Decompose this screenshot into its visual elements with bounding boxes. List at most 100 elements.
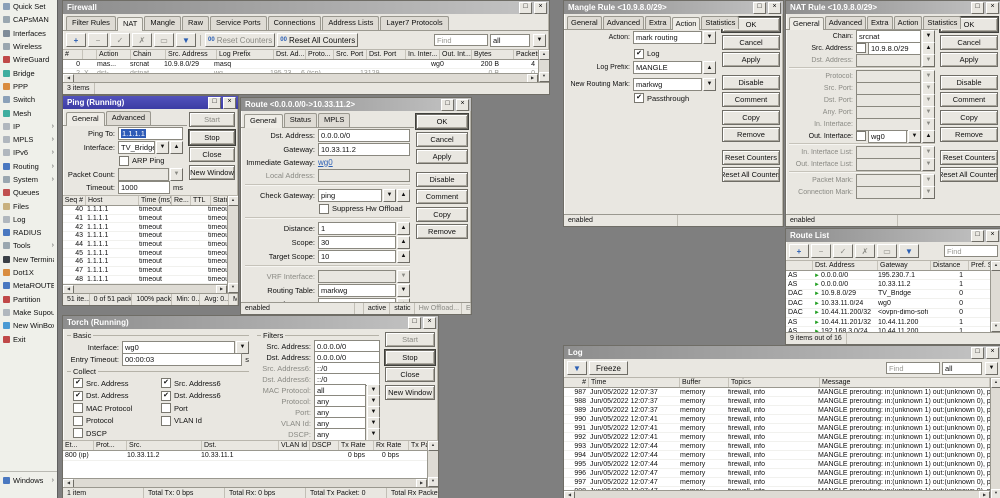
sidebar-item[interactable]: Routing › bbox=[0, 160, 57, 173]
comment-icon[interactable]: ▭ bbox=[154, 33, 174, 47]
dialog-button[interactable]: Remove bbox=[722, 127, 780, 142]
table-row[interactable]: 987 Jun/05/2022 12:07:37 memory firewall… bbox=[564, 388, 990, 397]
table-row[interactable]: 441.1.1.1 timeout timeout bbox=[63, 241, 227, 250]
scroll-left-icon[interactable]: ◀ bbox=[63, 285, 74, 293]
scroll-right-icon[interactable]: ▶ bbox=[416, 479, 427, 487]
tab[interactable]: General bbox=[789, 17, 824, 30]
tab[interactable]: Advanced bbox=[106, 111, 151, 125]
dialog-button[interactable]: Reset All Counters bbox=[940, 167, 998, 182]
tab[interactable]: Extra bbox=[867, 16, 893, 29]
dialog-button[interactable]: Copy bbox=[416, 207, 468, 222]
dropdown-icon[interactable]: ▼ bbox=[156, 141, 169, 154]
local-address-input[interactable] bbox=[318, 169, 410, 182]
dialog-button[interactable]: Cancel bbox=[416, 132, 468, 147]
dropdown-icon[interactable]: ▼ bbox=[703, 78, 716, 91]
sidebar-item[interactable]: PPP bbox=[0, 80, 57, 93]
sidebar-item[interactable]: Partition bbox=[0, 293, 57, 306]
dropdown-icon[interactable]: ▼ bbox=[397, 284, 410, 297]
remove-icon[interactable]: − bbox=[811, 244, 831, 258]
scroll-up-icon[interactable]: ▲ bbox=[539, 50, 550, 60]
collapse-up-icon[interactable]: ▲ bbox=[703, 61, 716, 74]
scroll-down-icon[interactable]: ▼ bbox=[428, 477, 439, 487]
tab[interactable]: Raw bbox=[182, 16, 209, 30]
scroll-down-icon[interactable]: ▼ bbox=[539, 72, 550, 82]
close-icon[interactable]: × bbox=[986, 230, 999, 242]
dropdown-icon[interactable]: ▼ bbox=[922, 158, 935, 171]
horizontal-scrollbar[interactable]: ◀▶ bbox=[63, 73, 538, 82]
dialog-button[interactable]: Close bbox=[385, 367, 435, 382]
sidebar-item-windows[interactable]: Windows › bbox=[0, 474, 57, 487]
arp-ping-checkbox[interactable]: ARP Ping bbox=[119, 156, 164, 166]
collect-checkbox[interactable]: Src. Address6 bbox=[161, 377, 249, 390]
sidebar-item[interactable]: Queues bbox=[0, 186, 57, 199]
dropdown-icon[interactable]: ▼ bbox=[908, 130, 921, 143]
tab[interactable]: Extra bbox=[645, 16, 671, 29]
sidebar-item[interactable]: Interfaces bbox=[0, 27, 57, 40]
dialog-button[interactable]: Apply bbox=[416, 149, 468, 164]
table-row[interactable]: 988 Jun/05/2022 12:07:37 memory firewall… bbox=[564, 397, 990, 406]
collect-checkbox[interactable]: Dst. Address bbox=[73, 390, 161, 403]
tab[interactable]: Connections bbox=[268, 16, 322, 30]
table-row[interactable]: DAC ►10.44.11.200/32 <ovpn-dimo-sofia> 0 bbox=[786, 309, 990, 318]
dialog-button[interactable]: Copy bbox=[940, 110, 998, 125]
dropdown-icon[interactable]: ▼ bbox=[397, 270, 410, 283]
sidebar-item[interactable]: Wireless bbox=[0, 40, 57, 53]
disable-icon[interactable]: ✗ bbox=[132, 33, 152, 47]
scroll-up-icon[interactable]: ▲ bbox=[228, 196, 239, 206]
connection-mark-input[interactable] bbox=[856, 186, 921, 199]
scroll-right-icon[interactable]: ▶ bbox=[979, 491, 990, 498]
table-row[interactable]: 451.1.1.1 timeout timeout bbox=[63, 249, 227, 258]
filter-input[interactable]: any bbox=[314, 428, 366, 441]
tab[interactable]: Statistics bbox=[923, 16, 961, 29]
target-scope-input[interactable]: 10 bbox=[318, 250, 396, 263]
scroll-up-icon[interactable]: ▲ bbox=[991, 261, 1000, 271]
timeout-input[interactable]: 1000 bbox=[118, 181, 170, 194]
collapse-up-icon[interactable]: ▲ bbox=[397, 222, 410, 235]
close-icon[interactable]: × bbox=[986, 2, 999, 14]
firewall-table-header[interactable]: # ActionChain Src. AddressLog Prefix Dst… bbox=[63, 50, 538, 60]
gateway-input[interactable]: 10.33.11.2 bbox=[318, 143, 410, 156]
table-row[interactable]: 991 Jun/05/2022 12:07:41 memory firewall… bbox=[564, 424, 990, 433]
vertical-scrollbar[interactable]: ▲▼ bbox=[427, 441, 438, 487]
dialog-button[interactable]: Copy bbox=[722, 110, 780, 125]
route-list-titlebar[interactable]: Route List □ × bbox=[786, 229, 1000, 242]
tab[interactable]: General bbox=[567, 16, 602, 29]
dialog-button[interactable]: Reset Counters bbox=[940, 150, 998, 165]
close-icon[interactable]: × bbox=[423, 317, 436, 329]
restore-icon[interactable]: □ bbox=[971, 2, 984, 14]
tab[interactable]: Statistics bbox=[701, 16, 739, 29]
scroll-up-icon[interactable]: ▲ bbox=[991, 378, 1000, 388]
scroll-left-icon[interactable]: ◀ bbox=[63, 479, 74, 487]
checkbox[interactable] bbox=[73, 416, 83, 426]
table-row[interactable]: 989 Jun/05/2022 12:07:37 memory firewall… bbox=[564, 406, 990, 415]
sidebar-item[interactable]: Tools › bbox=[0, 239, 57, 252]
filter-icon[interactable]: ▼ bbox=[567, 361, 587, 375]
table-row[interactable]: 471.1.1.1 timeout timeout bbox=[63, 267, 227, 276]
torch-table-header[interactable]: Et...Prot... Src.Dst. VLAN IdDSCP Tx Rat… bbox=[63, 441, 427, 451]
dropdown-icon[interactable]: ▼ bbox=[922, 186, 935, 199]
checkbox[interactable] bbox=[73, 378, 83, 388]
dialog-button[interactable]: Start bbox=[189, 112, 235, 127]
tab[interactable]: General bbox=[244, 114, 283, 128]
ping-to-input[interactable]: 1.1.1.1 bbox=[118, 127, 183, 140]
table-row[interactable]: 481.1.1.1 timeout timeout bbox=[63, 276, 227, 285]
check-gateway-input[interactable]: ping bbox=[318, 189, 382, 202]
checkbox[interactable] bbox=[73, 391, 83, 401]
scroll-right-icon[interactable]: ▶ bbox=[527, 74, 538, 82]
route-titlebar[interactable]: Route <0.0.0.0/0->10.33.11.2> □ × bbox=[241, 98, 471, 111]
sidebar-item[interactable]: Mesh bbox=[0, 106, 57, 119]
find-input[interactable] bbox=[886, 362, 940, 374]
dropdown-icon[interactable]: ▼ bbox=[170, 168, 183, 181]
dialog-button[interactable]: Stop bbox=[189, 130, 235, 145]
dialog-button[interactable]: Cancel bbox=[940, 35, 998, 50]
close-icon[interactable]: × bbox=[986, 347, 999, 359]
table-row[interactable]: 993 Jun/05/2022 12:07:44 memory firewall… bbox=[564, 442, 990, 451]
ping-table-header[interactable]: Seq #Host Time (ms)Re... TTLStatus bbox=[63, 196, 227, 206]
sidebar-item[interactable]: Dot1X bbox=[0, 266, 57, 279]
sidebar-item[interactable]: Files bbox=[0, 199, 57, 212]
dialog-button[interactable]: Remove bbox=[416, 224, 468, 239]
add-icon[interactable]: + bbox=[66, 33, 86, 47]
disable-icon[interactable]: ✗ bbox=[855, 244, 875, 258]
reset-button[interactable]: 00 Reset All Counters bbox=[277, 33, 358, 47]
torch-titlebar[interactable]: Torch (Running) □ × bbox=[63, 316, 438, 329]
